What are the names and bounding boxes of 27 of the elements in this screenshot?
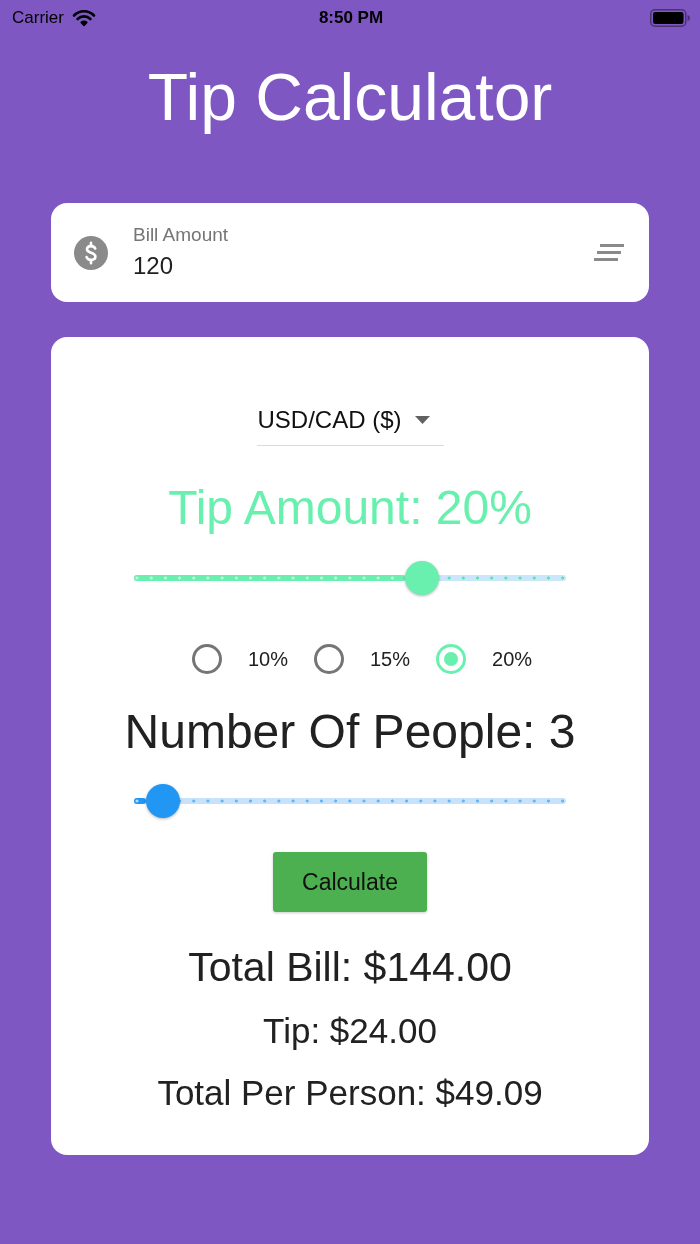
radio-button[interactable] — [314, 644, 344, 674]
slider-thumb[interactable] — [145, 784, 180, 818]
option-label: 10% — [247, 647, 288, 671]
bill-amount-field[interactable]: Bill Amount 120 — [51, 203, 649, 302]
result-text: Tip: $24.00 — [263, 1010, 437, 1052]
slider-track[interactable] — [134, 784, 566, 818]
slider-thumb[interactable] — [405, 561, 440, 595]
wifi-icon — [71, 9, 96, 27]
caret-icon — [414, 416, 430, 424]
app-title: Tip Calculator — [147, 59, 553, 135]
tip-amount-heading: Tip Amount: 20% — [168, 480, 532, 536]
slider-track[interactable] — [134, 561, 566, 595]
radio-button[interactable] — [191, 644, 222, 674]
result-text: Total Per Person: $49.09 — [157, 1072, 543, 1114]
option-label: 20% — [492, 647, 533, 671]
dollar-icon — [74, 235, 108, 270]
field-label: Bill Amount — [133, 224, 229, 246]
carrier-name: Carrier — [12, 8, 64, 28]
total-bill-text: Total Bill: $144.00 — [188, 943, 512, 991]
field-value: 120 — [133, 251, 174, 281]
people-heading: Number Of People: 3 — [124, 704, 576, 760]
currency-dropdown[interactable]: USD/CAD ($) — [256, 400, 444, 446]
battery-icon — [650, 9, 690, 27]
option-label: 15% — [370, 647, 410, 671]
clock-time: 8:50 PM — [318, 8, 384, 28]
lines-icon[interactable] — [594, 244, 624, 261]
calculate-button[interactable]: Calculate — [273, 852, 427, 912]
